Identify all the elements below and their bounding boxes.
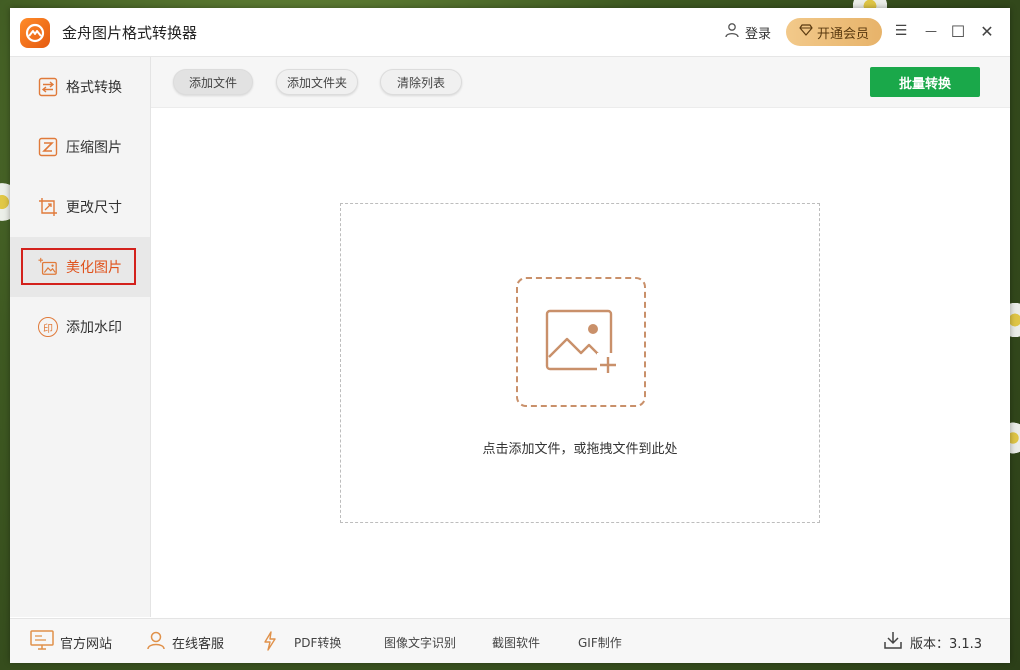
version-label: 版本：3.1.3 [910,636,983,652]
official-website-link[interactable]: 官方网站 [30,630,113,654]
vip-label: 开通会员 [816,26,869,42]
download-icon[interactable] [884,630,902,654]
gif-maker-link[interactable]: GIF制作 [578,631,622,653]
close-button[interactable]: ✕ [976,20,998,42]
sidebar-item-watermark[interactable]: 印 添加水印 [10,297,150,357]
diamond-icon [799,23,813,41]
minimize-button[interactable]: — [920,20,942,42]
add-image-icon[interactable] [516,277,646,407]
sidebar-item-compress[interactable]: 压缩图片 [10,117,150,177]
footer-bar: 官方网站 在线客服 PDF转换 图像文字识别 截图软件 GIF制作 版本：3.1… [10,618,1010,663]
sidebar-item-resize[interactable]: 更改尺寸 [10,177,150,237]
flash-icon [260,630,280,654]
add-file-button[interactable]: 添加文件 [173,69,253,95]
login-button[interactable]: 登录 [724,22,771,42]
seal-char: 印 [38,317,58,337]
sidebar-item-label: 压缩图片 [66,140,122,156]
sidebar-item-beautify[interactable]: 美化图片 [10,237,150,297]
magic-image-icon [38,257,58,277]
app-window: 金舟图片格式转换器 登录 开通会员 ☰ — ☐ ✕ 格式转换 压缩图片 更改尺寸… [10,8,1010,663]
watermark-seal-icon: 印 [38,317,58,337]
resize-icon [38,197,58,217]
file-drop-zone[interactable]: 点击添加文件，或拖拽文件到此处 [340,203,820,523]
sidebar-item-label: 更改尺寸 [66,200,122,216]
footer-label: 在线客服 [172,636,225,652]
sidebar-item-format-convert[interactable]: 格式转换 [10,57,150,117]
screenshot-software-link[interactable]: 截图软件 [492,631,540,653]
support-agent-icon [146,630,166,654]
footer-label: 官方网站 [60,636,113,652]
batch-convert-button[interactable]: 批量转换 [870,67,980,97]
sidebar-item-label: 添加水印 [66,320,122,336]
footer-label: PDF转换 [294,635,342,650]
maximize-button[interactable]: ☐ [947,20,969,42]
app-logo-icon [20,18,50,48]
clear-list-button[interactable]: 清除列表 [380,69,462,95]
title-bar[interactable]: 金舟图片格式转换器 登录 开通会员 ☰ — ☐ ✕ [10,8,1010,57]
compress-icon [38,137,58,157]
add-folder-button[interactable]: 添加文件夹 [276,69,358,95]
login-label: 登录 [745,26,772,42]
monitor-icon [30,630,54,654]
ocr-link[interactable]: 图像文字识别 [384,631,456,653]
user-icon [724,22,740,42]
toolbar: 添加文件 添加文件夹 清除列表 批量转换 [151,57,1010,108]
menu-icon[interactable]: ☰ [890,20,912,42]
version-info: 版本：3.1.3 [884,631,982,653]
online-support-link[interactable]: 在线客服 [146,631,224,653]
drop-hint-text: 点击添加文件，或拖拽文件到此处 [482,442,678,457]
vip-button[interactable]: 开通会员 [786,18,882,46]
pdf-convert-link[interactable]: PDF转换 [260,630,342,654]
sidebar: 格式转换 压缩图片 更改尺寸 美化图片 印 添加水印 [10,57,151,617]
sidebar-item-label: 美化图片 [66,260,122,276]
swap-arrows-icon [38,77,58,97]
sidebar-item-label: 格式转换 [66,80,122,96]
app-title: 金舟图片格式转换器 [62,24,198,42]
